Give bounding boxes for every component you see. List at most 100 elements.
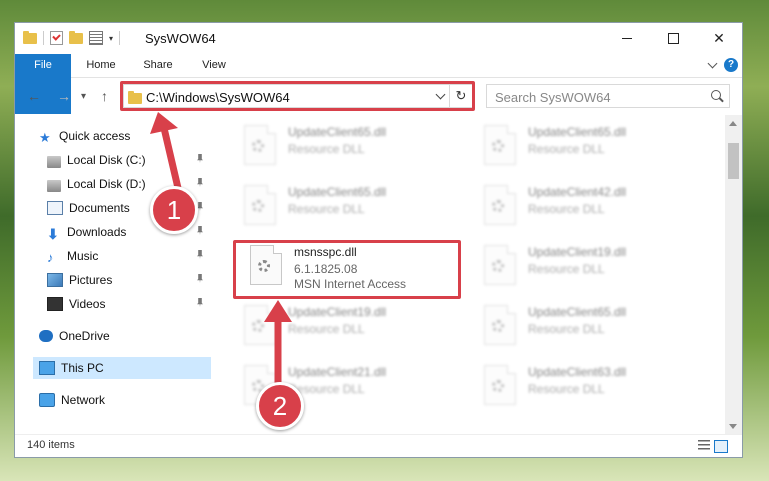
file-type: Resource DLL <box>528 142 605 156</box>
file-name: UpdateClient42.dll <box>528 185 627 199</box>
list-item[interactable]: UpdateClient65.dll Resource DLL <box>476 117 706 177</box>
gear-icon <box>492 260 504 272</box>
ribbon-tabs: File Home Share View ? <box>15 54 742 114</box>
list-item[interactable]: UpdateClient42.dll Resource DLL <box>476 177 706 237</box>
network-icon <box>39 393 55 407</box>
vertical-scrollbar[interactable] <box>725 115 742 435</box>
scroll-up-icon[interactable] <box>729 121 737 126</box>
address-highlight-box <box>120 81 475 111</box>
dll-file-icon <box>484 305 516 345</box>
up-button[interactable]: ↑ <box>101 88 108 104</box>
customize-icon[interactable] <box>89 31 103 45</box>
videos-icon <box>47 297 63 311</box>
help-icon[interactable]: ? <box>724 58 738 72</box>
tiles-view-icon[interactable] <box>714 440 728 453</box>
list-item[interactable]: UpdateClient19.dll Resource DLL <box>236 297 466 357</box>
sidebar-item-quick-access[interactable]: ★ Quick access <box>39 125 130 147</box>
file-type: Resource DLL <box>288 202 365 216</box>
pictures-icon <box>47 273 63 287</box>
gear-icon <box>492 140 504 152</box>
file-type: Resource DLL <box>528 202 605 216</box>
file-name: UpdateClient65.dll <box>288 125 387 139</box>
forward-button[interactable]: → <box>57 88 71 104</box>
sidebar-item-network[interactable]: Network <box>39 389 105 411</box>
close-button[interactable]: ✕ <box>696 23 742 53</box>
properties-check-icon[interactable] <box>50 31 63 45</box>
sidebar-item-music[interactable]: ♪ Music <box>47 245 211 267</box>
back-button[interactable]: ← <box>27 88 41 104</box>
gear-icon <box>492 200 504 212</box>
list-item[interactable]: UpdateClient65.dll Resource DLL <box>236 177 466 237</box>
list-item[interactable]: UpdateClient63.dll Resource DLL <box>476 357 706 417</box>
pin-icon[interactable] <box>197 298 203 307</box>
file-name: UpdateClient65.dll <box>528 125 627 139</box>
scroll-down-icon[interactable] <box>729 424 737 429</box>
qat-dropdown-icon[interactable]: ▾ <box>109 34 113 43</box>
maximize-button[interactable] <box>650 23 696 53</box>
pin-icon[interactable] <box>197 274 203 283</box>
sidebar-item-label: Videos <box>69 297 106 311</box>
pin-icon[interactable] <box>197 178 203 187</box>
maximize-icon <box>667 32 679 44</box>
status-bar: 140 items <box>15 434 742 457</box>
pin-icon[interactable] <box>197 250 203 259</box>
search-placeholder[interactable]: Search SysWOW64 <box>495 90 611 105</box>
list-item[interactable]: UpdateClient65.dll Resource DLL <box>476 297 706 357</box>
window-title: SysWOW64 <box>145 31 216 46</box>
dll-file-icon <box>244 185 276 225</box>
list-item[interactable]: UpdateClient19.dll Resource DLL <box>476 237 706 297</box>
navigation-pane: ★ Quick access Local Disk (C:) Local Dis… <box>15 115 211 435</box>
minimize-button[interactable] <box>604 23 650 53</box>
new-folder-icon[interactable] <box>69 30 83 44</box>
dll-file-icon <box>484 185 516 225</box>
pin-icon[interactable] <box>197 154 203 163</box>
minimize-icon <box>622 37 632 39</box>
search-box[interactable]: Search SysWOW64 <box>486 84 730 108</box>
dll-file-icon <box>244 125 276 165</box>
sidebar-item-videos[interactable]: Videos <box>47 293 211 315</box>
gear-icon <box>252 320 264 332</box>
file-type: Resource DLL <box>528 322 605 336</box>
pin-icon[interactable] <box>197 226 203 235</box>
file-name: UpdateClient63.dll <box>528 365 627 379</box>
gear-icon <box>252 200 264 212</box>
onedrive-icon <box>39 330 53 342</box>
tab-share[interactable]: Share <box>133 54 183 77</box>
details-view-icon[interactable] <box>698 440 710 451</box>
step-2-badge: 2 <box>256 382 304 430</box>
sidebar-item-pictures[interactable]: Pictures <box>47 269 211 291</box>
search-icon[interactable] <box>711 90 721 100</box>
recent-locations-button[interactable]: ▾ <box>81 91 86 102</box>
sidebar-item-label: This PC <box>61 361 104 375</box>
sidebar-item-label: Downloads <box>67 225 127 239</box>
download-icon: ⬇ <box>47 226 59 242</box>
folder-icon <box>23 30 37 44</box>
gear-icon <box>492 380 504 392</box>
separator <box>119 31 121 45</box>
title-bar: ▾ SysWOW64 ✕ <box>15 23 742 53</box>
sidebar-item-local-disk-c[interactable]: Local Disk (C:) <box>47 149 211 171</box>
file-name: UpdateClient19.dll <box>528 245 627 259</box>
quick-access-toolbar: ▾ <box>23 30 121 45</box>
computer-icon <box>39 361 55 375</box>
scroll-thumb[interactable] <box>728 143 739 179</box>
dll-file-icon <box>484 245 516 285</box>
separator <box>43 31 44 45</box>
dll-file-icon <box>484 365 516 405</box>
sidebar-item-label: OneDrive <box>59 329 110 343</box>
sidebar-item-label: Network <box>61 393 106 407</box>
list-item[interactable]: UpdateClient65.dll Resource DLL <box>236 117 466 177</box>
expand-ribbon-icon[interactable] <box>707 58 718 69</box>
tab-home[interactable]: Home <box>75 54 127 77</box>
file-name: UpdateClient21.dll <box>288 365 387 379</box>
sidebar-item-onedrive[interactable]: OneDrive <box>39 325 110 347</box>
sidebar-item-label: Local Disk (C:) <box>67 153 146 167</box>
sidebar-item-label: Music <box>67 249 99 263</box>
sidebar-item-label: Local Disk (D:) <box>67 177 146 191</box>
sidebar-item-this-pc[interactable]: This PC <box>33 357 211 379</box>
gear-icon <box>492 320 504 332</box>
sidebar-item-label: Pictures <box>69 273 113 287</box>
file-type: Resource DLL <box>528 262 605 276</box>
gear-icon <box>252 140 264 152</box>
tab-view[interactable]: View <box>191 54 237 77</box>
